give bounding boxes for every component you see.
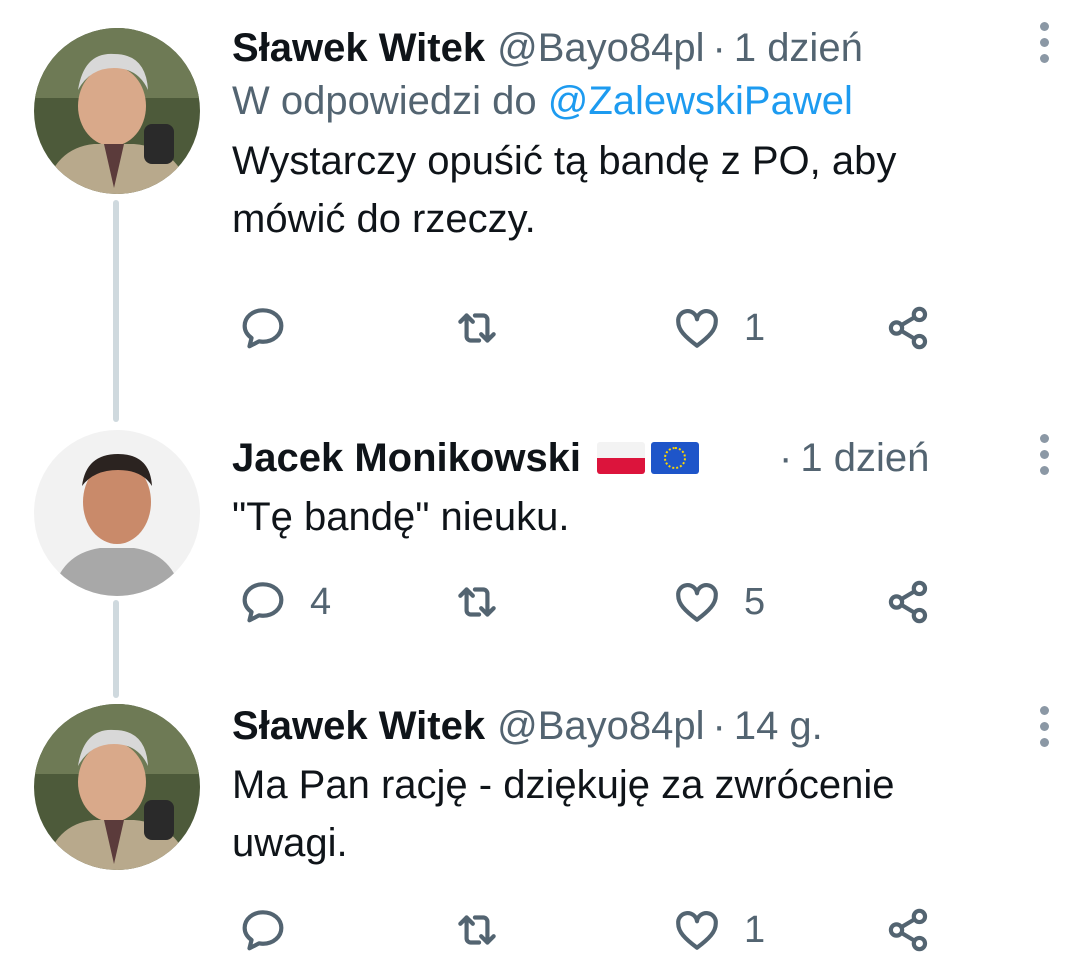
more-options-icon[interactable] <box>1040 22 1050 63</box>
like-button[interactable]: 1 <box>672 298 765 358</box>
more-options-icon[interactable] <box>1040 434 1050 475</box>
reply-button[interactable]: 4 <box>238 572 331 632</box>
author-handle[interactable]: @Bayo84pl <box>497 700 704 752</box>
avatar[interactable] <box>34 28 200 194</box>
tweet-actions: 1 <box>232 298 952 358</box>
reply-icon <box>242 308 284 349</box>
tweet[interactable]: Jacek Monikowski · 1 dzień "Tę bandę" ni… <box>0 420 1080 700</box>
share-icon <box>888 306 928 350</box>
timestamp[interactable]: 1 dzień <box>734 22 863 74</box>
share-button[interactable] <box>884 298 934 358</box>
like-count: 1 <box>744 908 766 951</box>
tweet[interactable]: Sławek Witek @Bayo84pl · 1 dzień W odpow… <box>0 0 1080 420</box>
separator-dot: · <box>779 436 793 480</box>
reply-context: W odpowiedzi do @ZalewskiPawel <box>232 74 1000 128</box>
like-button[interactable]: 5 <box>672 572 765 632</box>
author-handle[interactable]: @Bayo84pl <box>497 22 704 74</box>
timestamp[interactable]: 1 dzień <box>800 432 929 484</box>
reply-mention-link[interactable]: @ZalewskiPawel <box>548 79 853 123</box>
retweet-icon <box>458 587 496 617</box>
retweet-button[interactable] <box>452 298 524 358</box>
tweet-thread: Sławek Witek @Bayo84pl · 1 dzień W odpow… <box>0 0 1080 976</box>
heart-icon <box>676 583 718 622</box>
author-name[interactable]: Sławek Witek <box>232 22 485 74</box>
tweet-actions: 4 5 <box>232 572 952 632</box>
share-button[interactable] <box>884 572 934 632</box>
reply-count: 4 <box>310 580 332 623</box>
heart-icon <box>676 309 718 348</box>
reply-icon <box>242 910 284 951</box>
tweet-text: Ma Pan rację - dziękuję za zwrócenie uwa… <box>232 763 895 865</box>
retweet-icon <box>458 915 496 945</box>
retweet-button[interactable] <box>452 900 524 960</box>
retweet-button[interactable] <box>452 572 524 632</box>
retweet-icon <box>458 313 496 343</box>
share-button[interactable] <box>884 900 934 960</box>
like-count: 1 <box>744 306 766 349</box>
separator-dot: · <box>712 704 726 748</box>
reply-button[interactable] <box>238 298 310 358</box>
flag-poland-icon <box>597 442 646 474</box>
flag-eu-icon <box>651 442 700 474</box>
author-name[interactable]: Sławek Witek <box>232 700 485 752</box>
share-icon <box>888 908 928 952</box>
flag-emojis <box>597 442 700 474</box>
tweet[interactable]: Sławek Witek @Bayo84pl · 14 g. Ma Pan ra… <box>0 700 1080 976</box>
tweet-text: "Tę bandę" nieuku. <box>232 495 570 539</box>
tweet-text: Wystarczy opuśić tą bandę z PO, aby mówi… <box>232 139 897 241</box>
reply-icon <box>242 582 284 623</box>
tweet-actions: 1 <box>232 900 952 960</box>
author-name[interactable]: Jacek Monikowski <box>232 432 581 484</box>
like-button[interactable]: 1 <box>672 900 765 960</box>
like-count: 5 <box>744 580 766 623</box>
heart-icon <box>676 911 718 950</box>
avatar[interactable] <box>34 430 200 596</box>
reply-button[interactable] <box>238 900 310 960</box>
avatar[interactable] <box>34 704 200 870</box>
separator-dot: · <box>712 26 726 70</box>
timestamp[interactable]: 14 g. <box>734 700 823 752</box>
reply-prefix: W odpowiedzi do <box>232 79 537 123</box>
share-icon <box>888 580 928 624</box>
more-options-icon[interactable] <box>1040 706 1050 747</box>
